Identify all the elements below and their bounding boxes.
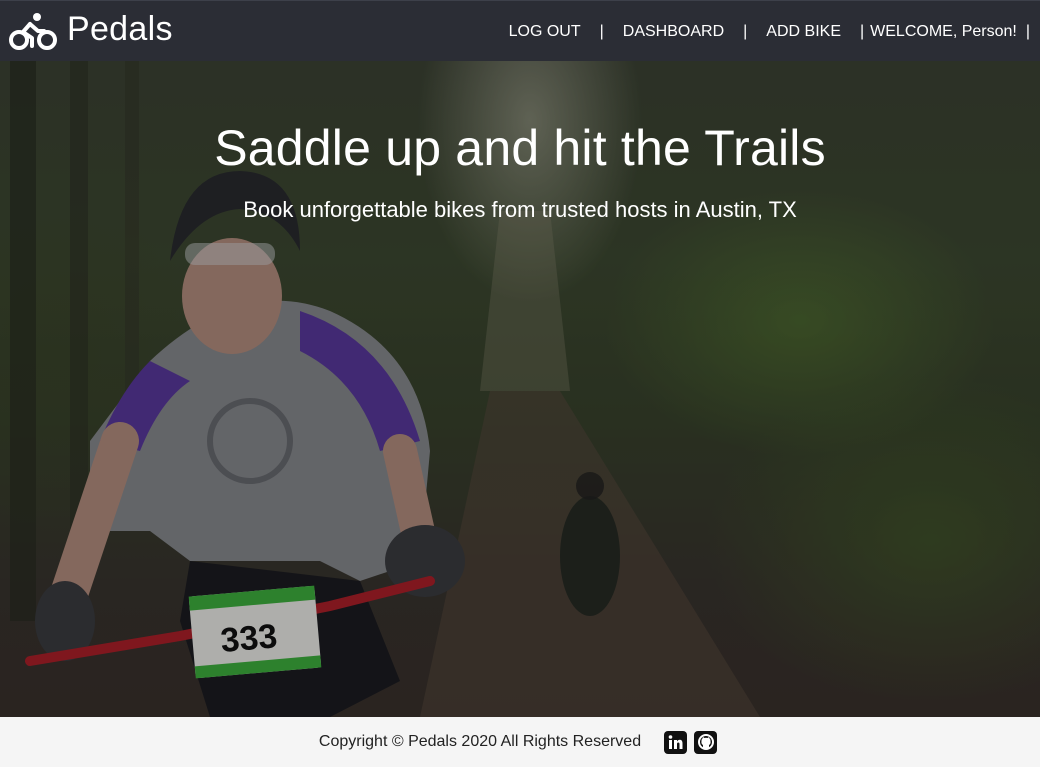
nav-separator: | (599, 22, 604, 40)
brand-name: Pedals (67, 9, 173, 48)
nav-separator: | (743, 22, 748, 40)
github-icon[interactable] (694, 730, 718, 754)
welcome-text: WELCOME, Person! (870, 22, 1017, 40)
dashboard-link[interactable]: DASHBOARD (623, 23, 724, 41)
brand-link[interactable]: Pedals (8, 1, 173, 62)
add-bike-link[interactable]: ADD BIKE (766, 23, 841, 41)
bicycle-icon (8, 11, 58, 51)
linkedin-icon[interactable] (664, 730, 688, 754)
hero-subtitle: Book unforgettable bikes from trusted ho… (243, 197, 797, 222)
hero-title: Saddle up and hit the Trails (214, 120, 826, 176)
top-navbar: Pedals LOG OUT | DASHBOARD | ADD BIKE | … (0, 0, 1040, 61)
footer-copyright: Copyright © Pedals 2020 All Rights Reser… (318, 733, 642, 750)
footer: Copyright © Pedals 2020 All Rights Reser… (0, 717, 1040, 767)
nav-separator: | (1025, 22, 1030, 40)
nav-links: LOG OUT | DASHBOARD | ADD BIKE | WELCOME… (509, 1, 1030, 62)
nav-separator: | (859, 22, 865, 40)
logout-link[interactable]: LOG OUT (509, 23, 581, 41)
hero-banner: 333 Saddle up and hit the Trails Book un… (0, 61, 1040, 717)
